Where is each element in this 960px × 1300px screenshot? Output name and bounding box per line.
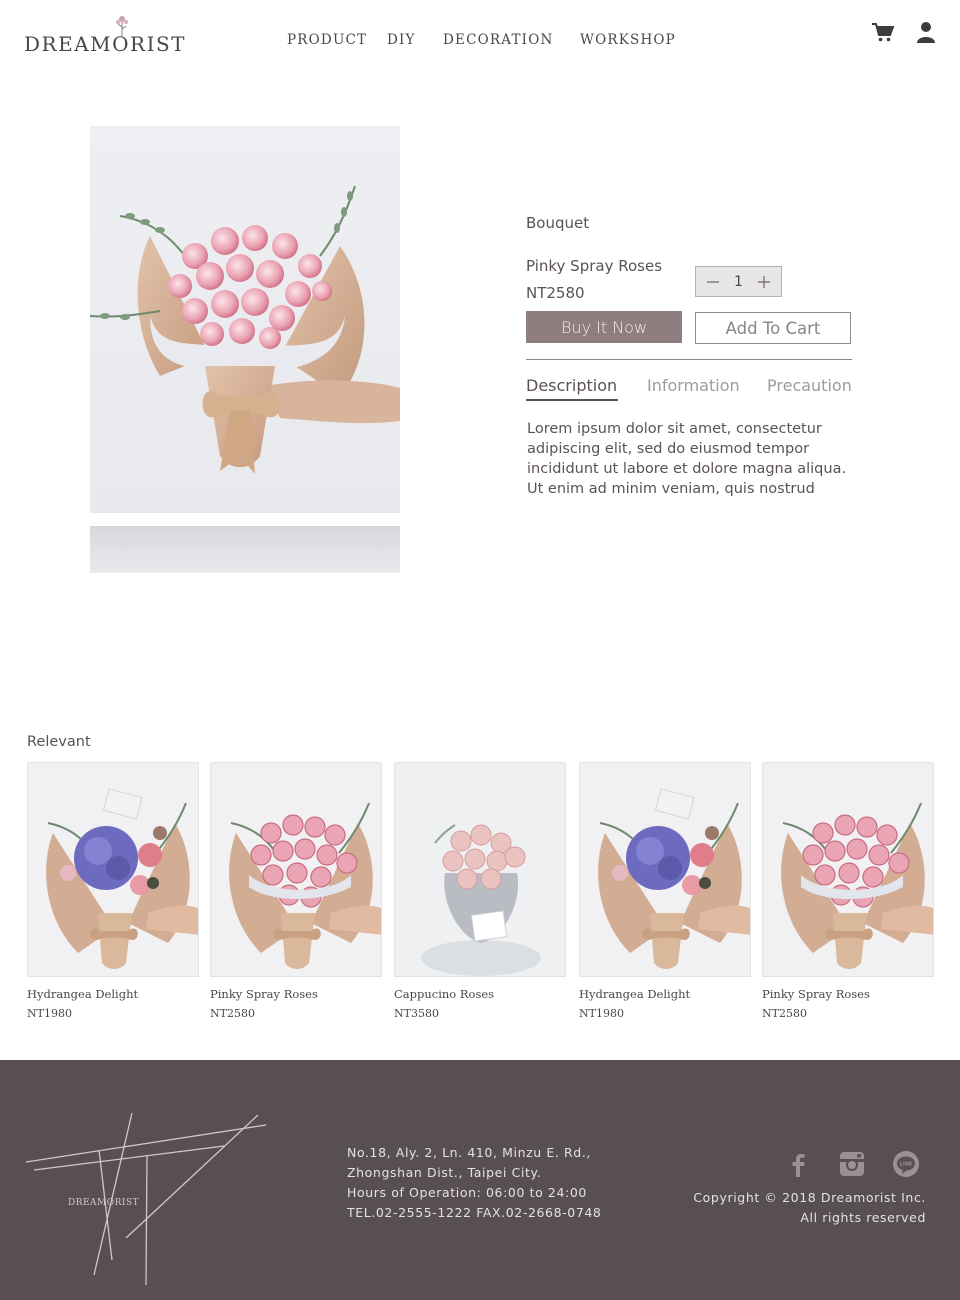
product-price: NT2580 xyxy=(526,284,585,302)
relevant-card-photo[interactable] xyxy=(210,762,382,977)
nav-product[interactable]: PRODUCT xyxy=(287,32,367,48)
minus-icon[interactable] xyxy=(706,275,720,289)
brand-logo[interactable]: DREAMORIST xyxy=(24,14,186,54)
relevant-card-name[interactable]: Cappucino Roses xyxy=(394,987,566,1001)
footer: DREAMORIST No.18, Aly. 2, Ln. 410, Minzu… xyxy=(0,1060,960,1300)
relevant-card-price: NT3580 xyxy=(394,1007,439,1020)
buy-now-button[interactable]: Buy It Now xyxy=(526,311,682,343)
product-photo xyxy=(90,126,400,513)
quantity-stepper: 1 xyxy=(695,266,782,297)
nav-decoration[interactable]: DECORATION xyxy=(443,32,553,48)
product-description: Lorem ipsum dolor sit amet, consectetur … xyxy=(527,421,847,497)
svg-text:LINE: LINE xyxy=(900,1162,913,1168)
tab-information[interactable]: Information xyxy=(647,376,740,395)
tab-precaution[interactable]: Precaution xyxy=(767,376,852,395)
relevant-card[interactable]: Pinky Spray Roses NT2580 xyxy=(210,762,382,1020)
active-tab-indicator xyxy=(526,399,618,401)
relevant-card[interactable]: Hydrangea Delight NT1980 xyxy=(579,762,751,1020)
relevant-card-name[interactable]: Hydrangea Delight xyxy=(27,987,199,1001)
instagram-icon[interactable] xyxy=(838,1150,866,1178)
add-to-cart-button[interactable]: Add To Cart xyxy=(695,312,851,344)
nav-workshop[interactable]: WORKSHOP xyxy=(580,32,676,48)
bouquet-illustration xyxy=(90,185,400,474)
rights-text: All rights reserved xyxy=(800,1210,926,1225)
relevant-card[interactable]: Hydrangea Delight NT1980 xyxy=(27,762,199,1020)
relevant-card-name[interactable]: Pinky Spray Roses xyxy=(762,987,934,1001)
relevant-card-photo[interactable] xyxy=(394,762,566,977)
copyright: Copyright © 2018 Dreamorist Inc. All rig… xyxy=(693,1188,926,1228)
product-name: Pinky Spray Roses xyxy=(526,257,663,275)
divider xyxy=(526,359,852,360)
facebook-icon[interactable] xyxy=(784,1150,812,1178)
address-line: No.18, Aly. 2, Ln. 410, Minzu E. Rd., xyxy=(347,1145,591,1160)
relevant-card-photo[interactable] xyxy=(27,762,199,977)
hours-line: Hours of Operation: 06:00 to 24:00 xyxy=(347,1185,587,1200)
relevant-heading: Relevant xyxy=(27,734,91,750)
relevant-card[interactable]: Cappucino Roses NT3580 xyxy=(394,762,566,1020)
relevant-card-price: NT1980 xyxy=(27,1007,72,1020)
relevant-card-photo[interactable] xyxy=(762,762,934,977)
phone-line: TEL.02-2555-1222 FAX.02-2668-0748 xyxy=(347,1205,602,1220)
relevant-card-name[interactable]: Pinky Spray Roses xyxy=(210,987,382,1001)
relevant-card[interactable]: Pinky Spray Roses NT2580 xyxy=(762,762,934,1020)
relevant-card-price: NT2580 xyxy=(210,1007,255,1020)
thumbnail-strip[interactable] xyxy=(90,526,400,573)
footer-logo-text: DREAMORIST xyxy=(68,1198,139,1208)
relevant-card-price: NT2580 xyxy=(762,1007,807,1020)
user-icon[interactable] xyxy=(914,20,938,44)
cart-icon[interactable] xyxy=(871,20,895,44)
footer-address: No.18, Aly. 2, Ln. 410, Minzu E. Rd., Zh… xyxy=(347,1143,601,1223)
address-line: Zhongshan Dist., Taipei City. xyxy=(347,1165,542,1180)
tab-description[interactable]: Description xyxy=(526,376,617,395)
flower-sprig-icon xyxy=(115,16,129,36)
plus-icon[interactable] xyxy=(757,275,771,289)
footer-logo-mark[interactable]: DREAMORIST xyxy=(24,1110,270,1285)
product-category: Bouquet xyxy=(526,214,590,232)
relevant-card-photo[interactable] xyxy=(579,762,751,977)
relevant-card-price: NT1980 xyxy=(579,1007,624,1020)
logo-text: DREAMORIST xyxy=(24,32,187,56)
line-icon[interactable]: LINE xyxy=(892,1150,920,1178)
copyright-text: Copyright © 2018 Dreamorist Inc. xyxy=(693,1190,926,1205)
relevant-card-name[interactable]: Hydrangea Delight xyxy=(579,987,751,1001)
nav-diy[interactable]: DIY xyxy=(387,32,416,48)
quantity-value[interactable]: 1 xyxy=(728,274,750,290)
